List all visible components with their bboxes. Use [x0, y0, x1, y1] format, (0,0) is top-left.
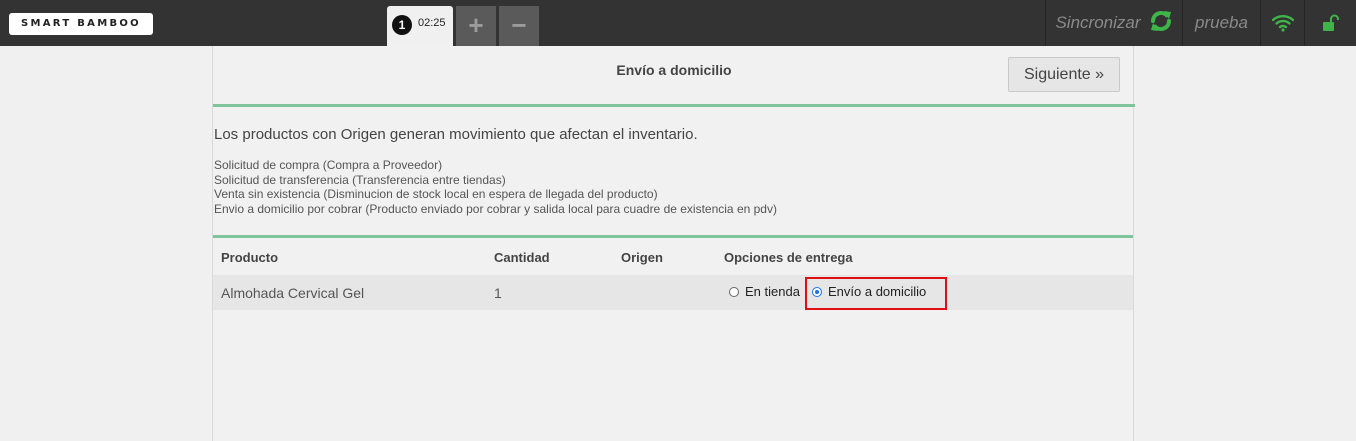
column-header-producto: Producto	[221, 250, 279, 265]
user-name[interactable]: prueba	[1182, 0, 1260, 46]
radio-button[interactable]	[729, 286, 739, 297]
tab-number-badge: 1	[392, 15, 412, 35]
tab-sale[interactable]: 1 02:25	[387, 6, 453, 46]
next-button[interactable]: Siguiente »	[1008, 57, 1120, 92]
divider	[213, 104, 1135, 107]
sync-button[interactable]: Sincronizar	[1045, 0, 1182, 46]
note-item: Solicitud de compra (Compra a Proveedor)	[214, 158, 443, 172]
product-name: Almohada Cervical Gel	[221, 285, 365, 301]
intro-text: Los productos con Origen generan movimie…	[214, 126, 698, 143]
note-item: Solicitud de transferencia (Transferenci…	[214, 172, 506, 187]
radio-label: En tienda	[745, 284, 800, 299]
quantity: 1	[494, 285, 502, 301]
highlight-box	[805, 277, 947, 310]
remove-tab-button[interactable]: −	[499, 6, 539, 46]
main-panel: Envío a domicilio Siguiente » Los produc…	[212, 46, 1135, 441]
unlock-icon[interactable]	[1304, 0, 1356, 46]
top-right-actions: Sincronizar prueba	[1045, 0, 1356, 46]
tab-time: 02:25	[418, 17, 446, 29]
table-row: Almohada Cervical Gel 1 En tienda Envío …	[213, 275, 1133, 310]
note-item: Envio a domicilio por cobrar (Producto e…	[214, 201, 777, 216]
refresh-icon	[1149, 9, 1173, 38]
wifi-icon	[1260, 0, 1304, 46]
notes-list: Solicitud de compra (Compra a Proveedor)…	[214, 158, 777, 216]
logo: SMART BAMBOO	[9, 13, 153, 35]
sync-label: Sincronizar	[1055, 13, 1141, 32]
top-bar: SMART BAMBOO 1 02:25 + − Sincronizar pru…	[0, 0, 1356, 46]
column-header-opciones: Opciones de entrega	[724, 250, 853, 265]
column-header-origen: Origen	[621, 250, 663, 265]
table-header: Producto Cantidad Origen Opciones de ent…	[213, 238, 1133, 275]
radio-en-tienda[interactable]: En tienda	[729, 284, 800, 299]
note-item: Venta sin existencia (Disminucion de sto…	[214, 187, 658, 201]
add-tab-button[interactable]: +	[456, 6, 496, 46]
page-title: Envío a domicilio	[616, 62, 732, 78]
column-header-cantidad: Cantidad	[494, 250, 550, 265]
